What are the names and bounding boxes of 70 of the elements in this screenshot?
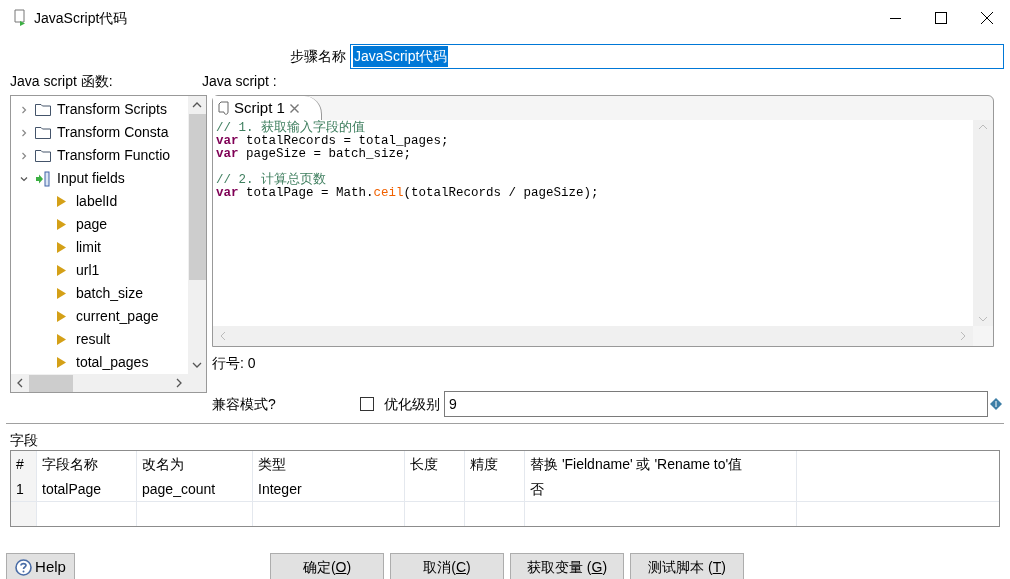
help-icon <box>15 559 33 576</box>
code-line: var totalPage = Math.ceil(totalRecords / pageSize); <box>216 187 600 200</box>
maximize-icon <box>935 12 947 24</box>
tree-item[interactable]: limit <box>11 236 188 259</box>
triangle-icon <box>57 265 66 276</box>
chevron-right-icon[interactable] <box>19 127 29 138</box>
tree-item[interactable]: result <box>11 328 188 351</box>
column-header[interactable]: 长度 <box>405 451 465 477</box>
tree-item[interactable]: batch_size <box>11 282 188 305</box>
triangle-icon <box>57 288 66 299</box>
table-cell: Integer <box>253 477 405 501</box>
help-button[interactable]: Help <box>6 553 75 579</box>
chevron-right-icon[interactable] <box>19 150 29 161</box>
dialog-button[interactable]: 确定(O) <box>270 553 384 579</box>
functions-label: Java script 函数: <box>9 72 114 91</box>
vertical-scrollbar[interactable] <box>188 96 206 374</box>
close-icon <box>981 12 993 24</box>
folder-icon <box>35 126 51 139</box>
column-header[interactable]: 精度 <box>465 451 525 477</box>
triangle-icon <box>57 196 66 207</box>
column-header[interactable]: 字段名称 <box>37 451 137 477</box>
triangle-icon <box>57 242 66 253</box>
line-number-text: 行号: 0 <box>212 354 257 373</box>
close-icon[interactable] <box>289 103 299 113</box>
table-cell: 1 <box>11 477 37 501</box>
column-header[interactable]: 类型 <box>253 451 405 477</box>
folder-icon <box>35 149 51 162</box>
dialog-button[interactable]: 获取变量 (G) <box>510 553 624 579</box>
step-name-field[interactable]: JavaScript代码 <box>350 44 1004 69</box>
tree-item[interactable]: Input fields <box>11 167 188 190</box>
tree-item[interactable]: Transform Scripts <box>11 98 188 121</box>
folder-icon <box>35 103 51 116</box>
tree-item[interactable]: current_page <box>11 305 188 328</box>
compat-mode-checkbox[interactable] <box>360 397 374 411</box>
chevron-right-icon[interactable] <box>19 104 29 115</box>
table-cell: page_count <box>137 477 253 501</box>
code-line: var totalRecords = total_pages; <box>216 135 450 148</box>
code-line: // 1. 获取输入字段的值 <box>216 122 366 135</box>
triangle-icon <box>57 219 66 230</box>
fields-label: 字段 <box>9 431 39 450</box>
tree-item[interactable]: page <box>11 213 188 236</box>
code-line: // 2. 计算总页数 <box>216 174 327 187</box>
horizontal-scrollbar[interactable] <box>11 374 206 392</box>
window-title: JavaScript代码 <box>34 8 128 28</box>
column-header[interactable]: 改名为 <box>137 451 253 477</box>
column-header[interactable]: # <box>11 451 37 477</box>
table-cell: totalPage <box>37 477 137 501</box>
script-tab[interactable]: Script 1 <box>213 96 322 120</box>
optimization-label: 优化级别 <box>384 394 440 414</box>
tree-item[interactable]: total_pages <box>11 351 188 374</box>
dialog-button[interactable]: 取消(C) <box>390 553 504 579</box>
arrow-into-column-icon <box>35 170 51 187</box>
script-icon <box>12 9 28 27</box>
table-cell: 否 <box>525 477 797 501</box>
triangle-icon <box>57 311 66 322</box>
script-icon <box>218 100 229 116</box>
step-name-label: 步骤名称 <box>290 47 346 66</box>
tree-item[interactable]: url1 <box>11 259 188 282</box>
tree-item[interactable]: Transform Functio <box>11 144 188 167</box>
triangle-icon <box>57 334 66 345</box>
script-label: Java script : <box>202 72 277 91</box>
code-line: var pageSize = batch_size; <box>216 148 412 161</box>
tree-item[interactable]: labelId <box>11 190 188 213</box>
optimization-field[interactable]: 9 <box>444 391 988 417</box>
variable-icon[interactable] <box>990 398 1002 410</box>
triangle-icon <box>57 357 66 368</box>
tree-item[interactable]: Transform Consta <box>11 121 188 144</box>
dialog-button[interactable]: 测试脚本 (T) <box>630 553 744 579</box>
column-header[interactable]: 替换 'Fieldname' 或 'Rename to'值 <box>525 451 797 477</box>
compat-mode-label: 兼容模式? <box>212 394 277 414</box>
